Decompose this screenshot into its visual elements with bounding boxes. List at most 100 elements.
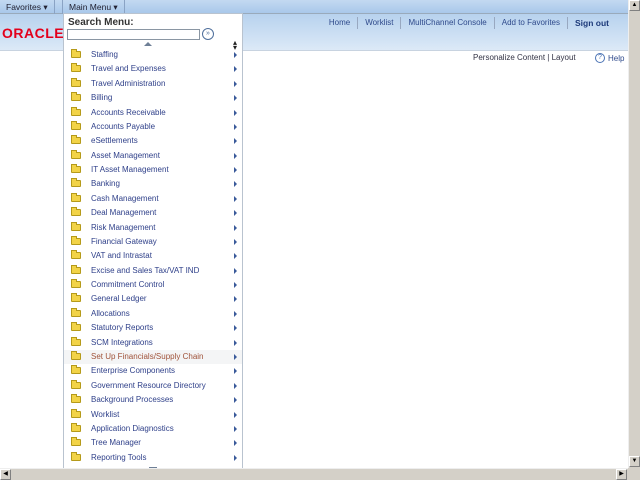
folder-icon	[71, 394, 81, 404]
menu-item[interactable]: Staffing	[64, 48, 242, 62]
horizontal-scrollbar[interactable]: ◀ ▶	[0, 468, 628, 480]
folder-icon	[71, 379, 81, 389]
menu-item-label: Accounts Payable	[91, 121, 156, 131]
folder-icon	[71, 92, 81, 102]
folder-icon	[71, 235, 81, 245]
folder-icon	[71, 207, 81, 217]
top-menu-bar: Favorites ▾ Main Menu ▾	[0, 0, 628, 14]
menu-item[interactable]: Government Resource Directory	[64, 379, 242, 393]
menu-item[interactable]: Billing	[64, 91, 242, 105]
menu-item-label: Billing	[91, 93, 113, 103]
search-go-icon[interactable]: »	[202, 28, 214, 40]
menu-item[interactable]: Statutory Reports	[64, 321, 242, 335]
scroll-left-icon[interactable]: ◀	[0, 469, 11, 480]
menu-item[interactable]: Application Diagnostics	[64, 422, 242, 436]
menu-item[interactable]: Deal Management	[64, 206, 242, 220]
folder-icon	[71, 279, 81, 289]
scrollbar-corner	[628, 468, 640, 480]
folder-icon	[71, 350, 81, 360]
folder-icon	[71, 164, 81, 174]
search-menu-input[interactable]	[67, 29, 200, 40]
menu-item-label: Application Diagnostics	[91, 423, 174, 433]
help-link[interactable]: ? Help	[595, 53, 624, 63]
menu-item-label: Worklist	[91, 409, 120, 419]
oracle-logo: ORACLE	[2, 25, 65, 41]
menu-item[interactable]: Accounts Receivable	[64, 106, 242, 120]
menu-item[interactable]: eSettlements	[64, 134, 242, 148]
submenu-arrow-icon	[234, 181, 237, 188]
menu-item[interactable]: Asset Management	[64, 149, 242, 163]
menu-item[interactable]: Cash Management	[64, 192, 242, 206]
menu-item-label: Financial Gateway	[91, 236, 157, 246]
menu-item[interactable]: Set Up Financials/Supply Chain	[64, 349, 242, 364]
menu-item[interactable]: Allocations	[64, 307, 242, 321]
scroll-down-icon[interactable]: ▼	[629, 456, 640, 467]
menu-item[interactable]: Banking	[64, 177, 242, 191]
main-menu-label: Main Menu	[69, 2, 112, 12]
submenu-arrow-icon	[234, 80, 237, 87]
submenu-arrow-icon	[234, 267, 237, 274]
submenu-arrow-icon	[234, 425, 237, 432]
personalize-content-link[interactable]: Personalize Content	[473, 53, 545, 62]
submenu-arrow-icon	[234, 52, 237, 58]
folder-icon	[71, 322, 81, 332]
menu-item[interactable]: Travel and Expenses	[64, 62, 242, 76]
submenu-arrow-icon	[234, 224, 237, 231]
submenu-arrow-icon	[234, 238, 237, 245]
menu-item[interactable]: Travel Administration	[64, 77, 242, 91]
submenu-arrow-icon	[234, 152, 237, 159]
menu-item[interactable]: Background Processes	[64, 393, 242, 407]
menu-item[interactable]: Worklist	[64, 408, 242, 422]
menu-item-label: Banking	[91, 179, 120, 189]
nav-multichannel-console[interactable]: MultiChannel Console	[400, 17, 493, 29]
separator: |	[547, 53, 550, 62]
menu-item[interactable]: Excise and Sales Tax/VAT IND	[64, 264, 242, 278]
folder-icon	[71, 77, 81, 87]
nav-home[interactable]: Home	[322, 17, 357, 29]
submenu-arrow-icon	[234, 95, 237, 102]
main-menu-panel: Search Menu: » ▴ ▾ Staffing Travel and Exp…	[63, 13, 243, 470]
menu-item-label: Allocations	[91, 308, 130, 318]
menu-item-label: VAT and Intrastat	[91, 251, 152, 261]
submenu-arrow-icon	[234, 253, 237, 260]
menu-item-label: Travel Administration	[91, 78, 166, 88]
layout-link[interactable]: Layout	[552, 53, 576, 62]
menu-item[interactable]: General Ledger	[64, 292, 242, 306]
nav-worklist[interactable]: Worklist	[357, 17, 400, 29]
sign-out-link[interactable]: Sign out	[567, 17, 616, 29]
folder-icon	[71, 49, 81, 58]
menu-item[interactable]: Financial Gateway	[64, 235, 242, 249]
menu-item-label: Deal Management	[91, 208, 157, 218]
menu-item[interactable]: SCM Integrations	[64, 336, 242, 350]
submenu-arrow-icon	[234, 138, 237, 145]
submenu-arrow-icon	[234, 210, 237, 217]
submenu-arrow-icon	[234, 454, 237, 461]
menu-item-label: Reporting Tools	[91, 452, 147, 462]
scroll-right-icon[interactable]: ▶	[616, 469, 627, 480]
folder-icon	[71, 192, 81, 202]
favorites-dropdown[interactable]: Favorites ▾	[0, 0, 55, 14]
menu-item-label: eSettlements	[91, 136, 138, 146]
menu-item-label: Government Resource Directory	[91, 380, 206, 390]
folder-icon	[71, 408, 81, 418]
search-menu-title: Search Menu:	[68, 17, 134, 28]
menu-item[interactable]: Risk Management	[64, 221, 242, 235]
menu-item-label: Statutory Reports	[91, 323, 154, 333]
menu-item[interactable]: Commitment Control	[64, 278, 242, 292]
scroll-up-arrow-icon[interactable]	[144, 42, 152, 46]
folder-icon	[71, 149, 81, 159]
nav-add-to-favorites[interactable]: Add to Favorites	[493, 17, 567, 29]
menu-item-label: Set Up Financials/Supply Chain	[91, 351, 204, 361]
vertical-scrollbar[interactable]: ▲ ▼	[628, 0, 640, 468]
submenu-arrow-icon	[234, 282, 237, 289]
menu-item[interactable]: Enterprise Components	[64, 364, 242, 378]
folder-icon	[71, 221, 81, 231]
menu-item[interactable]: Tree Manager	[64, 436, 242, 450]
menu-item[interactable]: Reporting Tools	[64, 451, 242, 465]
menu-item[interactable]: Accounts Payable	[64, 120, 242, 134]
folder-icon	[71, 178, 81, 188]
menu-item[interactable]: VAT and Intrastat	[64, 249, 242, 263]
main-menu-dropdown[interactable]: Main Menu ▾	[62, 0, 125, 14]
menu-item[interactable]: IT Asset Management	[64, 163, 242, 177]
scroll-up-icon[interactable]: ▲	[629, 0, 640, 11]
